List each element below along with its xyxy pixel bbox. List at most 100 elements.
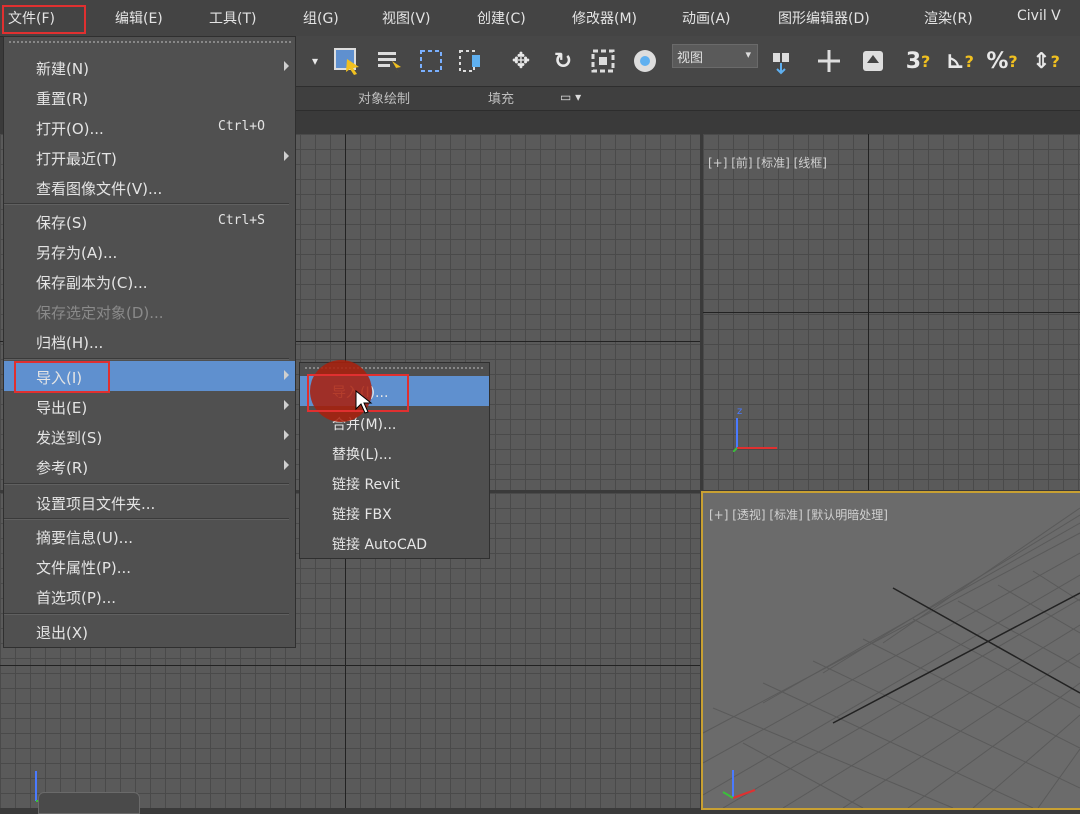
menu-separator — [4, 518, 289, 520]
menu-view[interactable]: 视图(V) — [382, 8, 431, 28]
place-icon[interactable] — [628, 46, 664, 76]
menu-item-label: 链接 FBX — [332, 507, 392, 523]
menu-modifiers[interactable]: 修改器(M) — [572, 8, 637, 28]
menu-separator — [4, 613, 289, 615]
menu-separator — [4, 203, 289, 205]
submenu-arrow-icon — [284, 151, 289, 161]
menu-item-label: 保存(S) — [36, 214, 88, 232]
file-menu-item-save-as[interactable]: 另存为(A)... — [4, 236, 295, 266]
reference-coord-dropdown[interactable]: 视图 ▾ — [672, 44, 758, 68]
window-crossing-icon[interactable] — [454, 46, 488, 76]
keyboard-shortcut-icon[interactable] — [856, 46, 890, 76]
axis-gizmo-icon — [732, 412, 783, 455]
chevron-down-icon: ▾ — [745, 48, 751, 61]
file-menu-item-save-selected: 保存选定对象(D)... — [4, 296, 295, 326]
select-manipulate-icon[interactable] — [812, 46, 846, 76]
ribbon-panel — [295, 110, 1080, 135]
menu-civil-view[interactable]: Civil V — [1017, 8, 1061, 24]
menu-item-label: 链接 AutoCAD — [332, 537, 428, 553]
menu-item-label: 文件属性(P)... — [36, 559, 132, 577]
file-menu-item-summary-info[interactable]: 摘要信息(U)... — [4, 521, 295, 551]
submenu-arrow-icon — [284, 460, 289, 470]
rect-selection-icon[interactable] — [414, 46, 448, 76]
menu-item-label: 发送到(S) — [36, 429, 103, 447]
viewport-front[interactable]: z — [703, 134, 1080, 490]
import-highlight-box — [14, 361, 110, 393]
menu-item-shortcut: Ctrl+O — [218, 119, 265, 134]
file-menu-item-archive[interactable]: 归档(H)... — [4, 326, 295, 356]
menu-rendering[interactable]: 渲染(R) — [924, 8, 973, 28]
active-viewport-border — [701, 491, 1080, 810]
file-menu-item-preferences[interactable]: 首选项(P)... — [4, 581, 295, 611]
ribbon-tab-populate[interactable]: 填充 — [488, 88, 514, 107]
submenu-arrow-icon — [284, 400, 289, 410]
scale-icon[interactable] — [586, 46, 620, 76]
file-menu-item-set-project-folder[interactable]: 设置项目文件夹... — [4, 487, 295, 517]
menu-item-label: 保存副本为(C)... — [36, 274, 148, 292]
submenu-arrow-icon — [284, 61, 289, 71]
select-by-name-icon[interactable] — [372, 46, 406, 76]
menu-edit[interactable]: 编辑(E) — [115, 8, 163, 28]
menu-item-label: 摘要信息(U)... — [36, 529, 133, 547]
menu-item-label: 新建(N) — [36, 60, 89, 78]
viewport-front-label[interactable]: [+] [前] [标准] [线框] — [708, 154, 827, 171]
submenu-item-link-fbx[interactable]: 链接 FBX — [300, 498, 489, 528]
file-menu-item-exit[interactable]: 退出(X) — [4, 616, 295, 646]
viewport-perspective-label[interactable]: [+] [透视] [标准] [默认明暗处理] — [709, 506, 888, 523]
menu-tools[interactable]: 工具(T) — [209, 8, 256, 28]
bottom-tab[interactable] — [38, 792, 140, 814]
snaps-toggle-icon[interactable]: 3? — [900, 46, 936, 76]
file-menu-item-reset[interactable]: 重置(R) — [4, 82, 295, 112]
percent-snap-icon[interactable]: %? — [984, 46, 1020, 76]
ribbon-options-icon[interactable]: ▭ ▾ — [560, 90, 581, 104]
menu-item-label: 导出(E) — [36, 399, 88, 417]
ribbon-tab-object-paint[interactable]: 对象绘制 — [358, 88, 410, 107]
menu-item-label: 打开(O)... — [36, 120, 104, 138]
menu-group[interactable]: 组(G) — [303, 8, 339, 28]
file-menu-item-send-to[interactable]: 发送到(S) — [4, 421, 295, 451]
menu-graph-editors[interactable]: 图形编辑器(D) — [778, 8, 870, 28]
file-menu-item-save[interactable]: 保存(S) Ctrl+S — [4, 206, 295, 236]
file-menu-item-new[interactable]: 新建(N) — [4, 52, 295, 82]
menu-item-label: 退出(X) — [36, 624, 88, 642]
menu-item-label: 重置(R) — [36, 90, 89, 108]
file-menu-item-open[interactable]: 打开(O)... Ctrl+O — [4, 112, 295, 142]
angle-snap-icon[interactable]: ⊾? — [942, 46, 978, 76]
dropdown-arrow-icon[interactable]: ▾ — [305, 46, 325, 76]
select-object-icon[interactable] — [330, 46, 364, 76]
menu-item-label: 保存选定对象(D)... — [36, 304, 164, 322]
file-menu-highlight-box — [2, 5, 86, 34]
coord-dropdown-value: 视图 — [677, 51, 704, 66]
menu-item-label: 链接 Revit — [332, 477, 400, 493]
axis-z-label: z — [737, 406, 743, 417]
menu-item-label: 参考(R) — [36, 459, 89, 477]
submenu-arrow-icon — [284, 370, 289, 380]
menu-item-label: 查看图像文件(V)... — [36, 180, 163, 198]
file-menu-item-save-copy[interactable]: 保存副本为(C)... — [4, 266, 295, 296]
menu-animation[interactable]: 动画(A) — [682, 8, 731, 28]
menu-separator — [4, 483, 289, 485]
file-menu-item-reference[interactable]: 参考(R) — [4, 451, 295, 481]
menu-item-label: 替换(L)... — [332, 447, 393, 463]
file-menu-item-open-recent[interactable]: 打开最近(T) — [4, 142, 295, 172]
submenu-item-link-autocad[interactable]: 链接 AutoCAD — [300, 528, 489, 558]
submenu-item-replace[interactable]: 替换(L)... — [300, 438, 489, 468]
submenu-arrow-icon — [284, 430, 289, 440]
rotate-icon[interactable]: ↻ — [546, 46, 580, 76]
file-menu-item-view-image[interactable]: 查看图像文件(V)... — [4, 172, 295, 202]
file-menu-item-file-properties[interactable]: 文件属性(P)... — [4, 551, 295, 581]
submenu-item-link-revit[interactable]: 链接 Revit — [300, 468, 489, 498]
ribbon-bar — [295, 86, 1080, 111]
menu-item-shortcut: Ctrl+S — [218, 213, 265, 228]
mouse-pointer-icon — [355, 389, 373, 418]
spinner-snap-icon[interactable]: ⇕? — [1028, 46, 1064, 76]
move-icon[interactable]: ✥ — [504, 46, 538, 76]
menu-separator — [4, 358, 289, 360]
file-menu-item-export[interactable]: 导出(E) — [4, 391, 295, 421]
menu-item-label: 归档(H)... — [36, 334, 104, 352]
menu-item-label: 设置项目文件夹... — [36, 495, 156, 513]
pivot-center-icon[interactable] — [764, 46, 798, 76]
menu-create[interactable]: 创建(C) — [477, 8, 526, 28]
menu-item-label: 打开最近(T) — [36, 150, 117, 168]
menu-grip — [8, 40, 291, 44]
